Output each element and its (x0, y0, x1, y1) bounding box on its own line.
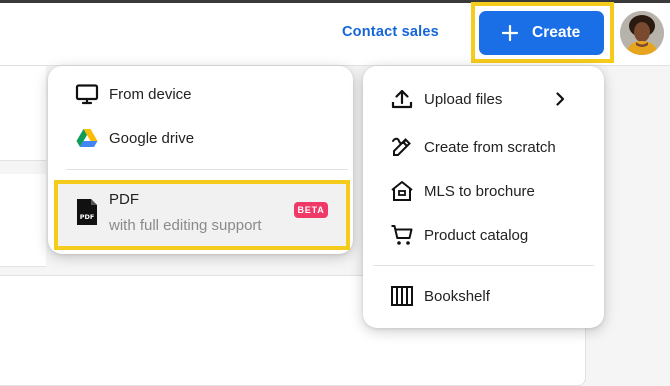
contact-sales-link[interactable]: Contact sales (342, 24, 439, 40)
avatar[interactable] (620, 11, 664, 55)
menu-item-label: Create from scratch (424, 138, 556, 156)
house-icon (391, 181, 413, 201)
background-panel (0, 66, 46, 161)
menu-item-label: Upload files (424, 90, 503, 108)
cart-icon (391, 225, 413, 245)
menu-item-product-catalog[interactable]: Product catalog (390, 223, 528, 247)
menu-item-mls-to-brochure[interactable]: MLS to brochure (390, 179, 535, 203)
menu-item-bookshelf[interactable]: Bookshelf (390, 284, 490, 308)
pdf-subtitle: with full editing support (109, 217, 262, 234)
upload-icon (391, 89, 413, 109)
create-button-label: Create (532, 24, 581, 41)
menu-item-label: Google drive (109, 129, 195, 147)
background-panel (0, 174, 46, 267)
svg-text:PDF: PDF (80, 213, 95, 221)
pdf-file-icon: PDF (77, 199, 97, 225)
pen-icon (392, 137, 411, 156)
monitor-icon (75, 84, 99, 105)
pdf-title: PDF (109, 191, 139, 208)
menu-item-label: From device (109, 85, 192, 103)
plus-icon (501, 24, 519, 42)
beta-badge: BETA (294, 202, 328, 218)
user-photo (620, 11, 664, 55)
google-drive-icon (76, 129, 98, 147)
menu-item-google-drive[interactable]: Google drive (75, 126, 194, 150)
create-button[interactable]: Create (479, 11, 604, 55)
menu-item-create-from-scratch[interactable]: Create from scratch (390, 135, 556, 159)
menu-item-label: Product catalog (424, 226, 529, 244)
menu-item-label: MLS to brochure (424, 182, 535, 200)
bookshelf-icon (391, 286, 413, 306)
chevron-right-icon (556, 92, 565, 106)
menu-item-upload-files[interactable]: Upload files (390, 87, 570, 111)
menu-divider (66, 169, 348, 170)
menu-item-label: Bookshelf (424, 287, 490, 305)
menu-item-from-device[interactable]: From device (75, 82, 192, 106)
menu-divider (373, 265, 594, 266)
